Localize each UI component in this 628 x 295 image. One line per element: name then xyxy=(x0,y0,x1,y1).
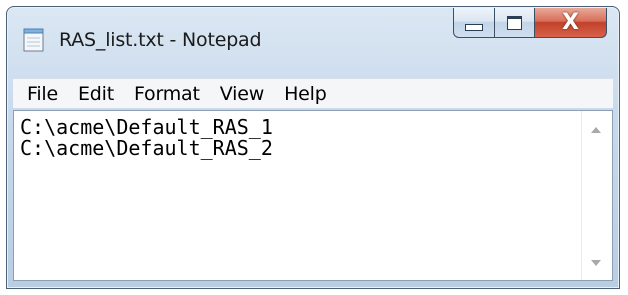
menu-view[interactable]: View xyxy=(210,83,274,105)
close-icon: X xyxy=(562,9,579,35)
title-bar[interactable]: RAS_list.txt - Notepad X xyxy=(7,7,619,63)
minimize-icon xyxy=(465,24,483,31)
window-title: RAS_list.txt - Notepad xyxy=(59,29,262,51)
scroll-up-arrow-icon[interactable] xyxy=(591,127,601,133)
text-line: C:\acme\Default_RAS_1 xyxy=(20,115,273,139)
menu-bar: File Edit Format View Help xyxy=(13,78,613,108)
menu-file[interactable]: File xyxy=(17,83,68,105)
notepad-window: RAS_list.txt - Notepad X File Edit Forma… xyxy=(6,6,620,289)
menu-edit[interactable]: Edit xyxy=(68,83,124,105)
text-editor[interactable]: C:\acme\Default_RAS_1 C:\acme\Default_RAS… xyxy=(13,110,613,281)
text-line: C:\acme\Default_RAS_2 xyxy=(20,136,273,160)
menu-format[interactable]: Format xyxy=(124,83,210,105)
vertical-scrollbar[interactable] xyxy=(581,111,612,280)
menu-help[interactable]: Help xyxy=(274,83,337,105)
notepad-icon xyxy=(21,27,47,53)
minimize-button[interactable] xyxy=(453,8,495,38)
window-controls: X xyxy=(453,8,607,40)
scroll-down-arrow-icon[interactable] xyxy=(591,260,601,266)
maximize-button[interactable] xyxy=(495,8,535,38)
editor-text[interactable]: C:\acme\Default_RAS_1 C:\acme\Default_RAS… xyxy=(20,117,578,280)
close-button[interactable]: X xyxy=(535,8,607,38)
maximize-icon xyxy=(507,15,522,30)
